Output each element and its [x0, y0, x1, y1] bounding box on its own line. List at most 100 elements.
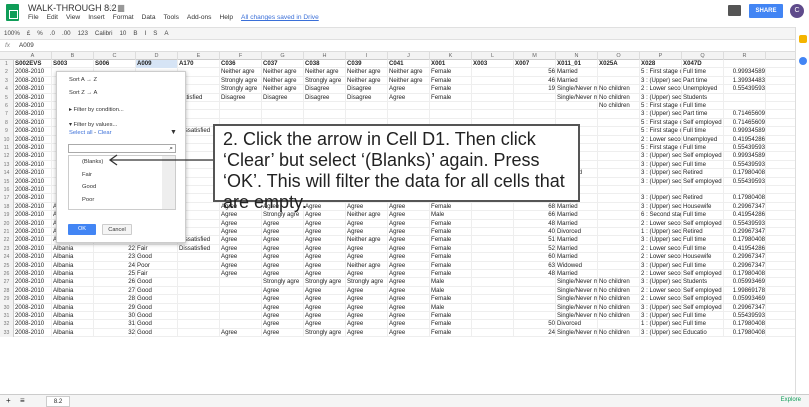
cell[interactable]: Agree	[388, 270, 430, 279]
cell[interactable]: 3 : (Upper) seco	[640, 312, 682, 321]
cell[interactable]	[472, 93, 514, 102]
cell[interactable]: Agree	[262, 303, 304, 312]
cell[interactable]: 2008-2010	[14, 152, 52, 161]
cell[interactable]: Disagree	[262, 93, 304, 102]
row-number[interactable]: 24	[0, 253, 14, 262]
cell[interactable]: Strongly agre	[346, 278, 388, 287]
cell[interactable]	[472, 102, 514, 111]
cell[interactable]	[472, 270, 514, 279]
cell[interactable]	[598, 228, 640, 237]
row-number[interactable]: 10	[0, 135, 14, 144]
cell[interactable]: 2008-2010	[14, 169, 52, 178]
cell[interactable]: 0.17980408	[724, 194, 766, 203]
cell[interactable]: Strongly agre	[262, 278, 304, 287]
cell[interactable]	[514, 278, 556, 287]
column-header[interactable]: E	[178, 52, 220, 60]
cell[interactable]	[472, 228, 514, 237]
cell[interactable]: 2008-2010	[14, 228, 52, 237]
cell[interactable]: No children	[598, 278, 640, 287]
cell[interactable]: Female	[430, 236, 472, 245]
cell[interactable]: Albania	[52, 320, 94, 329]
cell[interactable]: 2 : Lower secon	[640, 295, 682, 304]
formula-value[interactable]: A009	[19, 42, 34, 49]
cell[interactable]: Neither agre	[346, 261, 388, 270]
comments-icon[interactable]	[728, 5, 741, 16]
cell[interactable]: 19	[514, 85, 556, 94]
row-number[interactable]: 25	[0, 261, 14, 270]
cell[interactable]	[598, 110, 640, 119]
filter-value-item[interactable]: Fair	[69, 169, 175, 182]
cell[interactable]: Agree	[262, 253, 304, 262]
cell[interactable]	[598, 202, 640, 212]
cell[interactable]: 3 : (Upper) seco	[640, 76, 682, 86]
cell[interactable]: No children	[598, 328, 640, 338]
cell[interactable]	[304, 102, 346, 111]
ok-button[interactable]: OK	[68, 224, 96, 235]
toolbar-item[interactable]: B	[133, 30, 137, 37]
row-number[interactable]: 14	[0, 169, 14, 178]
cell[interactable]: 27	[94, 286, 136, 296]
cell[interactable]	[472, 278, 514, 287]
cell[interactable]	[514, 102, 556, 111]
cell[interactable]: No children	[598, 295, 640, 304]
document-title[interactable]: WALK-THROUGH 8.2	[28, 3, 117, 13]
sheet-tab[interactable]: 8.2	[46, 396, 70, 407]
cell[interactable]: 1.39934483	[724, 76, 766, 86]
row-number[interactable]: 4	[0, 85, 14, 94]
cell[interactable]: X003	[472, 60, 514, 69]
filter-value-item[interactable]: Good	[69, 181, 175, 194]
cell[interactable]: Agree	[388, 303, 430, 312]
cell[interactable]: 3 : (Upper) seco	[640, 160, 682, 170]
cell[interactable]: 0.17980408	[724, 169, 766, 178]
cell[interactable]: 2008-2010	[14, 211, 52, 220]
cell[interactable]	[472, 253, 514, 262]
cell[interactable]: 2 : Lower secon	[640, 253, 682, 262]
cell[interactable]: Female	[430, 312, 472, 321]
row-number[interactable]: 16	[0, 186, 14, 195]
cell[interactable]: 31	[94, 320, 136, 329]
cell[interactable]: Fair	[136, 270, 178, 279]
cell[interactable]: Retired	[682, 169, 724, 178]
cell[interactable]: 2008-2010	[14, 236, 52, 245]
cell[interactable]: Agree	[262, 312, 304, 321]
cell[interactable]: Agree	[304, 320, 346, 329]
share-button[interactable]: SHARE	[749, 4, 783, 18]
cell[interactable]	[472, 110, 514, 119]
cell[interactable]: 2008-2010	[14, 278, 52, 287]
cell[interactable]: 0.55439593	[724, 219, 766, 228]
add-sheet-icon[interactable]: +	[6, 396, 11, 405]
cell[interactable]: Albania	[52, 261, 94, 270]
cell[interactable]	[472, 219, 514, 228]
cell[interactable]	[220, 110, 262, 119]
cell[interactable]	[598, 261, 640, 270]
cell[interactable]: 0.29967347	[724, 261, 766, 270]
cell[interactable]: 3 : (Upper) seco	[640, 303, 682, 312]
cell[interactable]: 2008-2010	[14, 177, 52, 186]
row-number[interactable]: 15	[0, 177, 14, 186]
cell[interactable]	[178, 261, 220, 270]
cell[interactable]: 2008-2010	[14, 312, 52, 321]
cell[interactable]: Housewife	[682, 202, 724, 212]
cell[interactable]: Agree	[304, 303, 346, 312]
column-header[interactable]: L	[472, 52, 514, 60]
cell[interactable]: Married	[556, 270, 598, 279]
cell[interactable]: Good	[136, 253, 178, 262]
cell[interactable]: Self employed	[682, 219, 724, 228]
cell[interactable]	[472, 295, 514, 304]
cell[interactable]: 2008-2010	[14, 102, 52, 111]
row-number[interactable]: 32	[0, 320, 14, 329]
cell[interactable]: 2008-2010	[14, 303, 52, 312]
cell[interactable]: C038	[304, 60, 346, 69]
cell[interactable]: Agree	[304, 253, 346, 262]
cell[interactable]: Single/Never m	[556, 295, 598, 304]
cell[interactable]: Good	[136, 312, 178, 321]
cell[interactable]	[346, 102, 388, 111]
row-number[interactable]: 12	[0, 152, 14, 161]
cell[interactable]	[430, 110, 472, 119]
cell[interactable]	[388, 110, 430, 119]
row-number[interactable]: 21	[0, 228, 14, 237]
cell[interactable]: 1 : (Upper) seco	[640, 228, 682, 237]
cell[interactable]: 22	[94, 244, 136, 254]
cell[interactable]: Male	[430, 286, 472, 296]
cell[interactable]: Agree	[262, 320, 304, 329]
